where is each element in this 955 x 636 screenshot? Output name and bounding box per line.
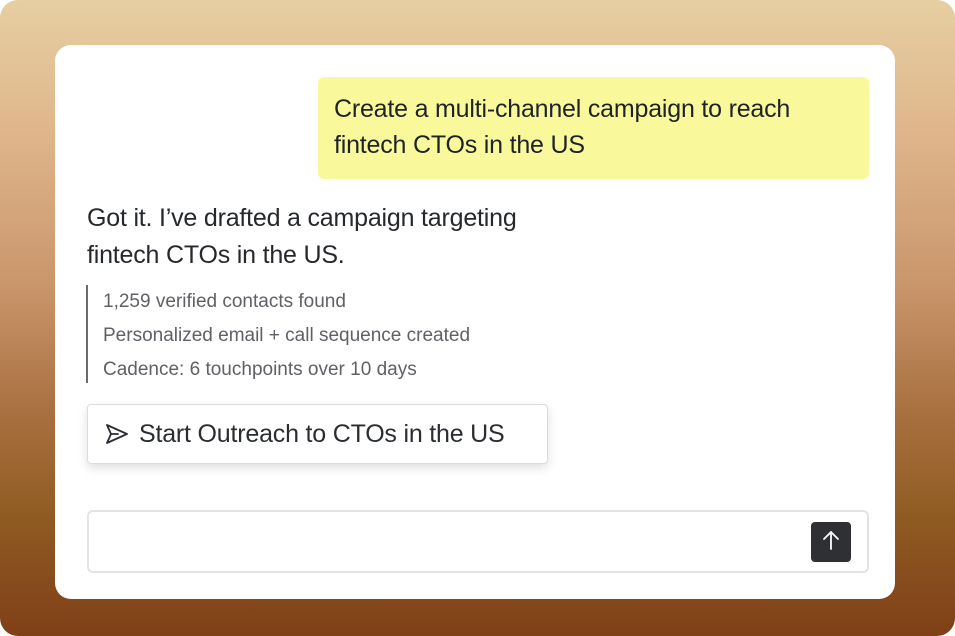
- start-outreach-button[interactable]: Start Outreach to CTOs in the US: [87, 404, 548, 464]
- send-button[interactable]: [811, 522, 851, 562]
- chat-panel: Create a multi-channel campaign to reach…: [55, 45, 895, 599]
- send-icon: [104, 421, 130, 447]
- app-frame: Create a multi-channel campaign to reach…: [0, 0, 955, 636]
- user-message-line: fintech CTOs in the US: [334, 131, 585, 159]
- assistant-message-line: fintech CTOs in the US.: [87, 241, 345, 269]
- user-message-line: Create a multi-channel campaign to reach: [334, 95, 791, 123]
- user-message-bubble: Create a multi-channel campaign to reach…: [318, 77, 869, 179]
- arrow-up-icon: [821, 529, 841, 556]
- start-outreach-label: Start Outreach to CTOs in the US: [139, 419, 505, 448]
- message-input[interactable]: [101, 520, 795, 564]
- message-composer: [87, 510, 869, 573]
- assistant-message: Got it. I’ve drafted a campaign targetin…: [87, 200, 607, 274]
- assistant-message-line: Got it. I’ve drafted a campaign targetin…: [87, 204, 517, 232]
- detail-sequence-created: Personalized email + call sequence creat…: [103, 325, 471, 346]
- detail-contacts-found: 1,259 verified contacts found: [103, 291, 346, 312]
- campaign-details-list: 1,259 verified contacts found Personaliz…: [86, 285, 470, 383]
- detail-cadence: Cadence: 6 touchpoints over 10 days: [103, 359, 417, 380]
